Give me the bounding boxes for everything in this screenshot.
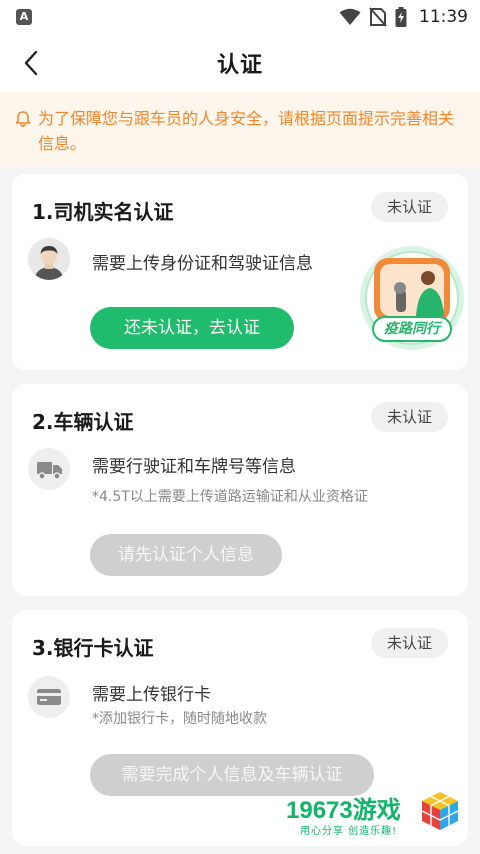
card-title: 1.司机实名认证 xyxy=(32,200,174,224)
app-notification-icon: A xyxy=(16,9,32,25)
site-watermark: 19673游戏 用心分享 创造乐趣! xyxy=(286,788,476,844)
user-avatar-icon xyxy=(28,238,70,280)
start-verification-button[interactable]: 还未认证，去认证 xyxy=(90,307,294,349)
watermark-title: 19673游戏 xyxy=(286,797,401,824)
bell-icon xyxy=(15,111,31,127)
back-button[interactable] xyxy=(14,46,48,80)
card-title: 2.车辆认证 xyxy=(32,410,134,434)
notice-text: 为了保障您与跟车员的人身安全，请根据页面提示完善相关信息。 xyxy=(38,109,455,153)
game-cube-logo xyxy=(421,792,459,830)
status-badge: 未认证 xyxy=(370,402,448,432)
truck-icon xyxy=(28,448,70,490)
page-title: 认证 xyxy=(216,53,263,78)
verify-personal-first-button[interactable]: 请先认证个人信息 xyxy=(90,534,282,576)
card-description: 需要行驶证和车牌号等信息 xyxy=(92,457,296,477)
chevron-left-icon xyxy=(24,50,38,76)
card-description: 需要上传身份证和驾驶证信息 xyxy=(92,254,313,274)
bank-card-icon xyxy=(28,676,70,718)
card-note: *添加银行卡，随时随地收款 xyxy=(92,711,267,727)
header-bar: 认证 xyxy=(0,34,480,92)
wifi-icon xyxy=(339,8,361,25)
safety-notice: 为了保障您与跟车员的人身安全，请根据页面提示完善相关信息。 xyxy=(0,92,480,168)
driver-mascot-icon: 疫路同行 xyxy=(356,244,468,356)
no-sim-icon xyxy=(369,7,387,27)
battery-charging-icon xyxy=(395,7,407,27)
mascot-label: 疫路同行 xyxy=(372,316,452,342)
status-bar: A 11:39 xyxy=(0,0,480,34)
card-title: 3.银行卡认证 xyxy=(32,636,154,660)
status-badge: 未认证 xyxy=(370,192,448,222)
vehicle-verification-card: 2.车辆认证 未认证 需要行驶证和车牌号等信息 *4.5T以上需要上传道路运输证… xyxy=(12,384,468,596)
status-badge: 未认证 xyxy=(370,628,448,658)
card-description: 需要上传银行卡 xyxy=(92,685,211,705)
watermark-subtitle: 用心分享 创造乐趣! xyxy=(300,826,398,837)
status-time: 11:39 xyxy=(419,7,468,27)
card-note: *4.5T以上需要上传道路运输证和从业资格证 xyxy=(92,489,368,505)
